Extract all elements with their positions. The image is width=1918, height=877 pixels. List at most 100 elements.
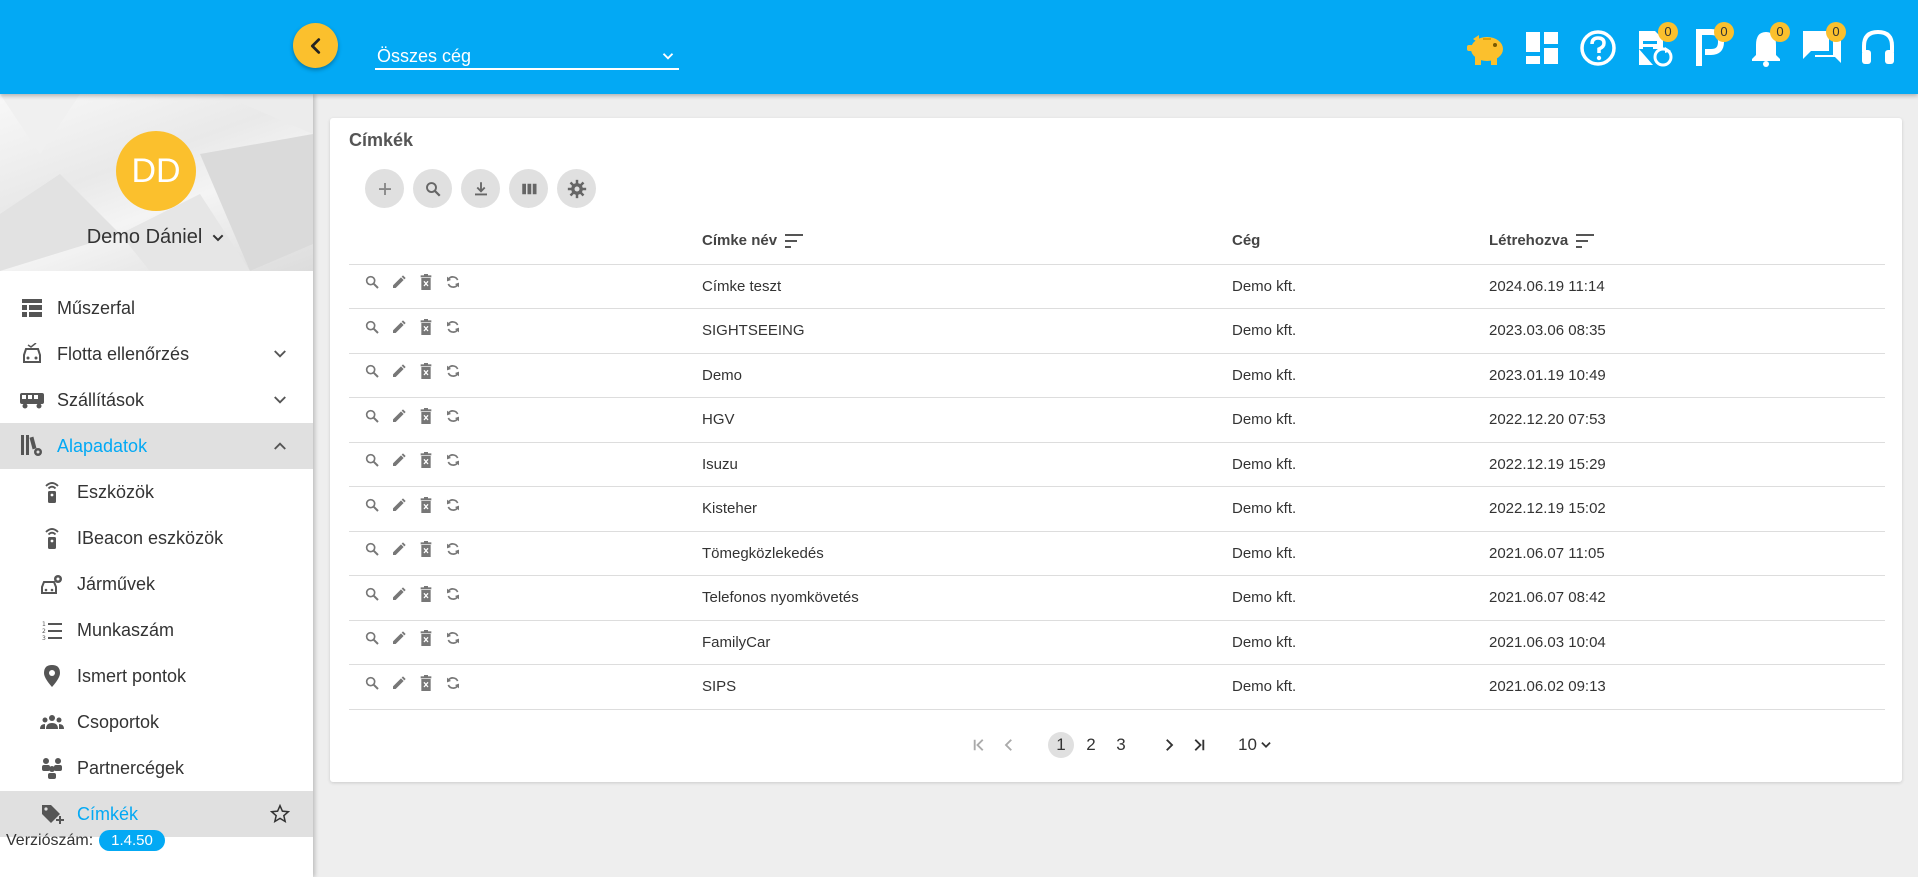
- edit-icon[interactable]: [390, 407, 408, 425]
- table-row[interactable]: HGV Demo kft. 2022.12.20 07:53: [349, 397, 1885, 443]
- edit-icon[interactable]: [390, 585, 408, 603]
- view-icon[interactable]: [363, 451, 381, 469]
- user-menu[interactable]: Demo Dániel: [0, 226, 313, 249]
- last-page-button[interactable]: [1186, 732, 1212, 758]
- row-actions: [349, 629, 702, 647]
- delete-icon[interactable]: [417, 629, 435, 647]
- view-icon[interactable]: [363, 674, 381, 692]
- remote-device-icon: [40, 480, 64, 504]
- columns-button[interactable]: [509, 169, 548, 208]
- next-page-button[interactable]: [1156, 732, 1182, 758]
- table-row[interactable]: Címke teszt Demo kft. 2024.06.19 11:14: [349, 264, 1885, 309]
- table-row[interactable]: FamilyCar Demo kft. 2021.06.03 10:04: [349, 620, 1885, 665]
- edit-icon[interactable]: [390, 318, 408, 336]
- edit-icon[interactable]: [390, 362, 408, 380]
- table-row[interactable]: SIPS Demo kft. 2021.06.02 09:13: [349, 664, 1885, 710]
- delete-icon[interactable]: [417, 496, 435, 514]
- avatar[interactable]: DD: [116, 131, 196, 211]
- view-icon[interactable]: [363, 407, 381, 425]
- refresh-icon[interactable]: [444, 540, 462, 558]
- first-page-button[interactable]: [966, 732, 992, 758]
- page-size-select[interactable]: 10: [1238, 735, 1273, 755]
- refresh-icon[interactable]: [444, 674, 462, 692]
- refresh-icon[interactable]: [444, 318, 462, 336]
- sidebar-item-fleet-check[interactable]: Flotta ellenőrzés: [0, 331, 313, 377]
- cell-created: 2023.03.06 08:35: [1489, 308, 1885, 354]
- view-icon[interactable]: [363, 585, 381, 603]
- page-button-1[interactable]: 1: [1048, 732, 1074, 758]
- edit-icon[interactable]: [390, 451, 408, 469]
- piggy-bank-button[interactable]: [1464, 26, 1508, 70]
- view-icon[interactable]: [363, 318, 381, 336]
- refresh-icon[interactable]: [444, 585, 462, 603]
- refresh-icon[interactable]: [444, 362, 462, 380]
- sidebar-item-groups[interactable]: Csoportok: [0, 699, 313, 745]
- page-button-3[interactable]: 3: [1108, 732, 1134, 758]
- support-button[interactable]: [1856, 26, 1900, 70]
- messages-button[interactable]: 0: [1800, 22, 1846, 70]
- svg-text:3: 3: [42, 635, 46, 640]
- delete-icon[interactable]: [417, 362, 435, 380]
- page-title: Címkék: [349, 130, 414, 150]
- settings-button[interactable]: [557, 169, 596, 208]
- delete-icon[interactable]: [417, 407, 435, 425]
- view-icon[interactable]: [363, 496, 381, 514]
- refresh-icon[interactable]: [444, 451, 462, 469]
- edit-icon[interactable]: [390, 540, 408, 558]
- table-row[interactable]: Demo Demo kft. 2023.01.19 10:49: [349, 353, 1885, 398]
- edit-icon[interactable]: [390, 496, 408, 514]
- view-icon[interactable]: [363, 362, 381, 380]
- chevron-down-icon: [269, 389, 291, 411]
- view-icon[interactable]: [363, 273, 381, 291]
- sidebar-item-known-points[interactable]: Ismert pontok: [0, 653, 313, 699]
- column-header-name[interactable]: Címke név: [702, 218, 1232, 265]
- last-page-icon: [1194, 739, 1205, 751]
- page-button-2[interactable]: 2: [1078, 732, 1104, 758]
- sidebar-item-ibeacon-devices[interactable]: IBeacon eszközök: [0, 515, 313, 561]
- sidebar-item-devices[interactable]: Eszközök: [0, 469, 313, 515]
- refresh-icon[interactable]: [444, 629, 462, 647]
- table-row[interactable]: Isuzu Demo kft. 2022.12.19 15:29: [349, 442, 1885, 487]
- notifications-button[interactable]: 0: [1744, 22, 1790, 70]
- table-row[interactable]: SIGHTSEEING Demo kft. 2023.03.06 08:35: [349, 308, 1885, 354]
- sidebar-item-vehicles[interactable]: Járművek: [0, 561, 313, 607]
- edit-icon[interactable]: [390, 273, 408, 291]
- refresh-icon[interactable]: [444, 496, 462, 514]
- delete-icon[interactable]: [417, 674, 435, 692]
- edit-icon[interactable]: [390, 629, 408, 647]
- top-bar: Összes cég 0 0 0 0: [0, 0, 1918, 94]
- star-icon[interactable]: [269, 803, 291, 825]
- column-header-company[interactable]: Cég: [1232, 218, 1489, 265]
- delete-icon[interactable]: [417, 585, 435, 603]
- download-button[interactable]: [461, 169, 500, 208]
- table-row[interactable]: Tömegközlekedés Demo kft. 2021.06.07 11:05: [349, 531, 1885, 576]
- row-actions-cell: [349, 353, 702, 398]
- help-button[interactable]: [1576, 26, 1620, 70]
- sidebar-item-shipments[interactable]: Szállítások: [0, 377, 313, 423]
- sidebar-item-dashboard[interactable]: Műszerfal: [0, 285, 313, 331]
- add-button[interactable]: [365, 169, 404, 208]
- dashboard-layout-button[interactable]: [1520, 26, 1564, 70]
- sidebar-item-base-data[interactable]: Alapadatok: [0, 423, 313, 469]
- table-row[interactable]: Telefonos nyomkövetés Demo kft. 2021.06.07…: [349, 575, 1885, 621]
- row-actions-cell: [349, 264, 702, 309]
- view-icon[interactable]: [363, 629, 381, 647]
- refresh-icon[interactable]: [444, 407, 462, 425]
- delete-icon[interactable]: [417, 451, 435, 469]
- view-icon[interactable]: [363, 540, 381, 558]
- edit-icon[interactable]: [390, 674, 408, 692]
- delete-icon[interactable]: [417, 318, 435, 336]
- search-button[interactable]: [413, 169, 452, 208]
- parking-button[interactable]: 0: [1688, 22, 1734, 70]
- refresh-icon[interactable]: [444, 273, 462, 291]
- delete-icon[interactable]: [417, 273, 435, 291]
- collapse-sidebar-button[interactable]: [293, 23, 338, 68]
- column-header-created[interactable]: Létrehozva: [1489, 218, 1885, 265]
- table-row[interactable]: Kisteher Demo kft. 2022.12.19 15:02: [349, 486, 1885, 532]
- documents-sync-button[interactable]: 0: [1632, 22, 1678, 70]
- company-select[interactable]: Összes cég: [375, 38, 679, 70]
- sidebar-item-work-number[interactable]: 123 Munkaszám: [0, 607, 313, 653]
- delete-icon[interactable]: [417, 540, 435, 558]
- sidebar-item-partner-companies[interactable]: Partnercégek: [0, 745, 313, 791]
- prev-page-button[interactable]: [996, 732, 1022, 758]
